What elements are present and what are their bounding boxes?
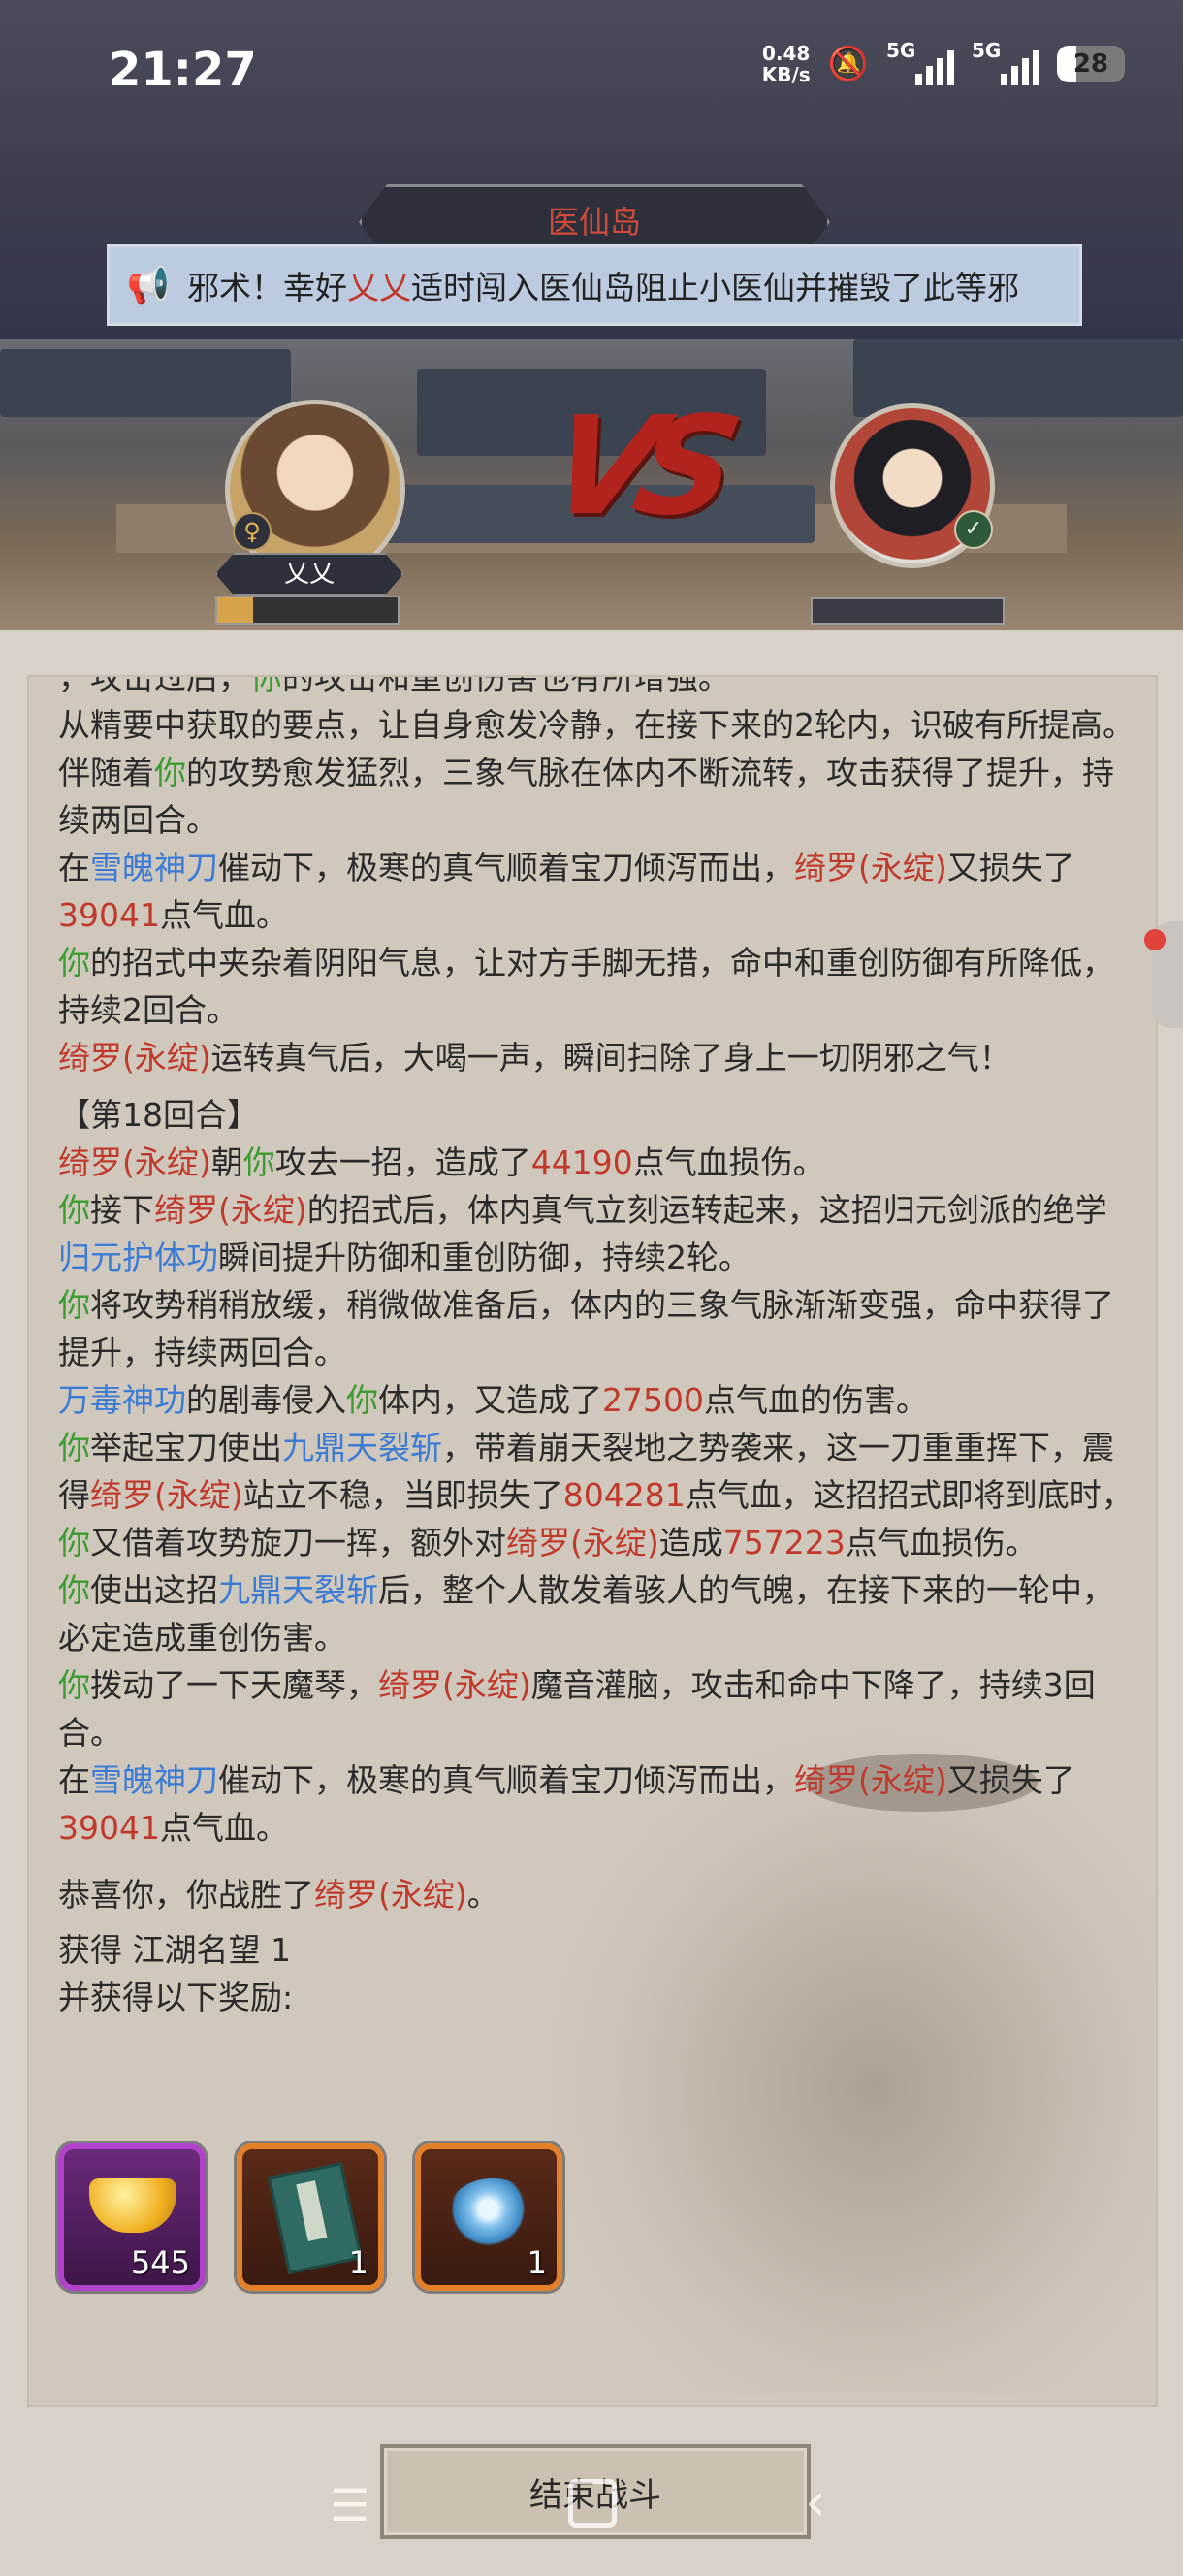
female-gender-icon: ♀ <box>233 512 272 551</box>
player-hp-bar <box>215 596 400 625</box>
battery-icon: 28 <box>1057 46 1125 82</box>
notification-dot <box>1144 929 1166 950</box>
reward-item-gold[interactable]: 545 <box>58 2143 206 2291</box>
status-icons: 0.48 KB/s 🔕 5G 5G 28 <box>761 39 1125 86</box>
log-line: 绮罗(永绽)朝你攻去一招，造成了44190点气血损伤。 <box>58 1143 825 1181</box>
status-time: 21:27 <box>109 43 257 97</box>
fame-reward: 获得 江湖名望 1 <box>58 1931 291 1969</box>
enemy-hp-bar <box>811 597 1005 625</box>
megaphone-icon: 📢 <box>126 266 171 306</box>
log-line: 在雪魄神刀催动下，极寒的真气顺着宝刀倾泻而出，绮罗(永绽)又损失了39041点气… <box>58 849 1075 934</box>
log-line: 你举起宝刀使出九鼎天裂斩，带着崩天裂地之势袭来，这一刀重重挥下，震得绮罗(永绽)… <box>58 1429 1134 1562</box>
log-line: 在雪魄神刀催动下，极寒的真气顺着宝刀倾泻而出，绮罗(永绽)又损失了39041点气… <box>58 1761 1075 1847</box>
reward-item-book[interactable]: 1 <box>237 2143 384 2291</box>
log-line: 你拨动了一下天魔琴，绮罗(永绽)魔音灌脑，攻击和命中下降了，持续3回合。 <box>58 1666 1096 1752</box>
menu-icon[interactable]: ☰ <box>330 2479 369 2531</box>
vs-emblem: VS <box>535 388 734 546</box>
victory-message: 恭喜你，你战胜了绮罗(永绽)。 <box>58 1876 499 1914</box>
battle-log: ，攻击过后，你的攻击和重创伤害也有所增强。 从精要中获取的要点，让自身愈发冷静，… <box>58 677 1135 2021</box>
notice-ticker: 📢 邪术！幸好乂乂适时闯入医仙岛阻止小医仙并摧毁了此等邪 <box>107 244 1082 326</box>
battle-scene: ♀ 乂乂 VS ✓ <box>0 339 1183 630</box>
log-line: 万毒神功的剧毒侵入你体内，又造成了27500点气血的伤害。 <box>58 1381 928 1419</box>
rewards-title: 并获得以下奖励: <box>58 1979 294 2016</box>
spirit-swirl-icon <box>448 2178 537 2246</box>
signal-icon: 5G <box>886 39 954 85</box>
battle-log-panel[interactable]: ，攻击过后，你的攻击和重创伤害也有所增强。 从精要中获取的要点，让自身愈发冷静，… <box>27 675 1158 2407</box>
back-icon[interactable]: ‹ <box>805 2471 826 2532</box>
log-line: 你接下绮罗(永绽)的招式后，体内真气立刻运转起来，这招归元剑派的绝学归元护体功瞬… <box>58 1191 1107 1276</box>
player-name: 乂乂 <box>215 553 403 596</box>
log-line: 你使出这招九鼎天裂斩后，整个人散发着骇人的气魄，在接下来的一轮中，必定造成重创伤… <box>58 1571 1114 1657</box>
top-header: 21:27 0.48 KB/s 🔕 5G 5G 28 医仙岛 📢 邪术！幸好乂乂… <box>0 0 1183 339</box>
signal-icon-2: 5G <box>972 39 1039 85</box>
rank-icon: ✓ <box>954 510 993 549</box>
round-header: 【第18回合】 <box>58 1096 259 1134</box>
log-line: 从精要中获取的要点，让自身愈发冷静，在接下来的2轮内，识破有所提高。 <box>58 706 1135 744</box>
log-line: 你的招式中夹杂着阴阳气息，让对方手脚无措，命中和重创防御有所降低，持续2回合。 <box>58 944 1114 1029</box>
mute-bell-icon: 🔕 <box>827 45 869 83</box>
system-nav-bar: ☰ ‹ <box>0 2463 1183 2541</box>
gold-ingot-icon <box>89 2178 176 2233</box>
home-icon[interactable] <box>568 2479 617 2528</box>
log-line: 绮罗(永绽)运转真气后，大喝一声，瞬间扫除了身上一切阴邪之气！ <box>58 1039 1011 1077</box>
notice-text: 邪术！幸好乂乂适时闯入医仙岛阻止小医仙并摧毁了此等邪 <box>187 269 1019 306</box>
reward-item-swirl[interactable]: 1 <box>415 2143 562 2291</box>
log-line: 你将攻势稍稍放缓，稍微做准备后，体内的三象气脉渐渐变强，命中获得了提升，持续两回… <box>58 1286 1114 1371</box>
log-line: 伴随着你的攻势愈发猛烈，三象气脉在体内不断流转，攻击获得了提升，持续两回合。 <box>58 754 1114 839</box>
reward-items: 545 1 1 <box>58 2143 562 2291</box>
network-speed: 0.48 KB/s <box>761 42 811 86</box>
